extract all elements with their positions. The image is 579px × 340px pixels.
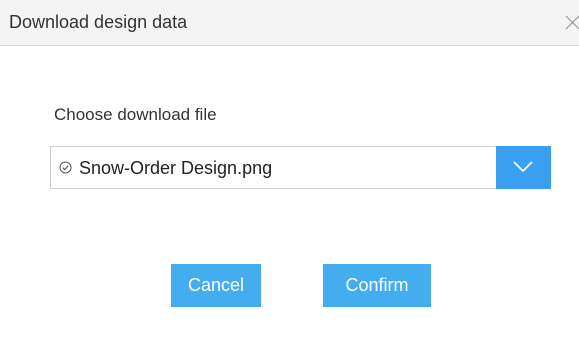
file-select[interactable]: Snow-Order Design.png <box>50 146 551 189</box>
dialog-titlebar: Download design data <box>0 0 579 46</box>
confirm-button[interactable]: Confirm <box>323 264 431 307</box>
check-circle-icon <box>59 161 72 174</box>
download-design-dialog: Download design data Choose download fil… <box>0 0 579 340</box>
chevron-down-icon <box>513 161 533 173</box>
dialog-title: Download design data <box>9 12 188 32</box>
choose-file-label: Choose download file <box>54 105 217 124</box>
selected-file-value: Snow-Order Design.png <box>79 158 273 178</box>
dropdown-toggle-button[interactable] <box>496 146 551 189</box>
close-icon[interactable] <box>565 14 579 30</box>
cancel-button[interactable]: Cancel <box>171 264 261 307</box>
